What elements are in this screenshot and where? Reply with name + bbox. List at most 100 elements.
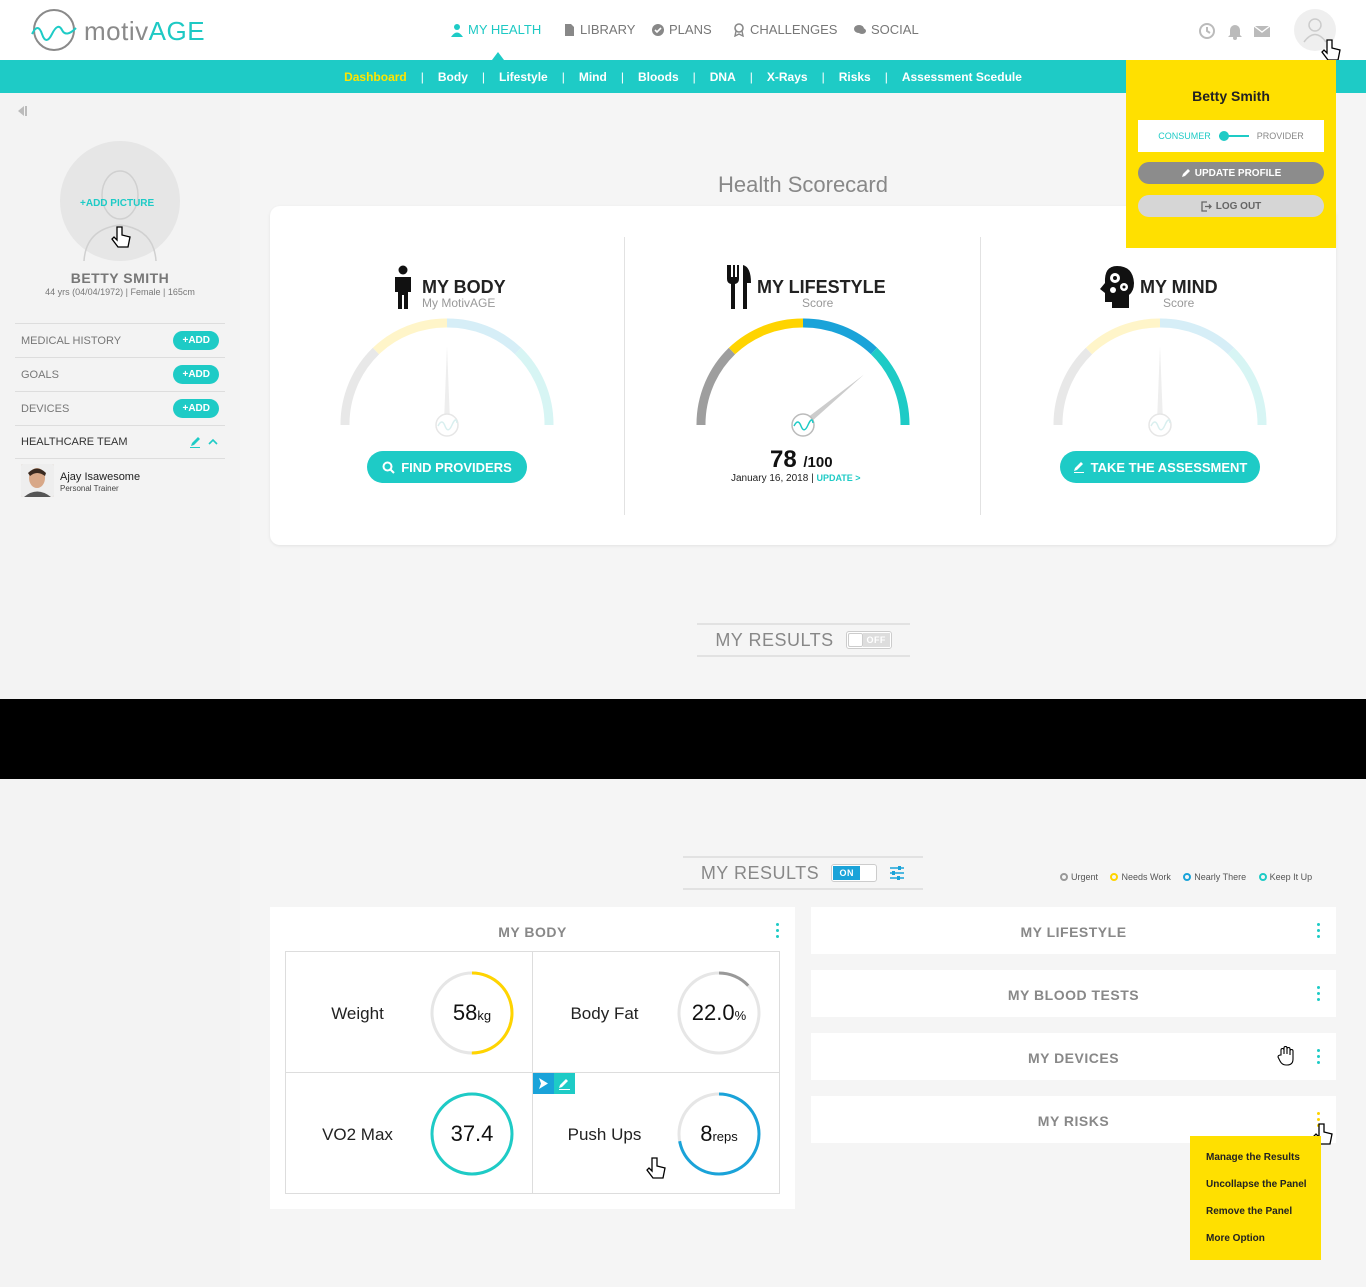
profile-details: 44 yrs (04/04/1972) | Female | 165cm [45,287,195,297]
screen-separator [0,699,1366,779]
pencil-icon [1073,462,1084,473]
healthcare-team-row: HEALTHCARE TEAM [15,425,225,459]
profile-sidebar-lower [0,779,240,1287]
person-icon [451,23,463,37]
logo-icon[interactable] [30,8,78,52]
my-mind-title: MY MIND [1140,277,1218,297]
menu-more-option[interactable]: More Option [1206,1233,1265,1244]
add-medical-history-button[interactable]: +ADD [173,331,219,350]
profile-name: BETTY SMITH [70,270,170,286]
team-member-name[interactable]: Ajay Isawesome [60,471,140,483]
mind-gauge [1053,318,1267,437]
medical-history-row: MEDICAL HISTORY +ADD [15,323,225,357]
panel-title: MY LIFESTYLE [1020,924,1127,940]
edit-icon[interactable] [189,436,201,448]
panel-title: MY BLOOD TESTS [1007,987,1140,1003]
body-figure-icon [395,265,411,309]
take-assessment-button[interactable]: TAKE THE ASSESSMENT [1060,451,1260,483]
history-icon[interactable] [1198,22,1216,40]
results-toggle-on[interactable]: ON [831,864,878,882]
metric-value: 22.0% [691,1000,747,1025]
subnav-mind[interactable]: Mind [579,70,607,84]
nav-challenges[interactable]: CHALLENGES [732,22,837,37]
legend-nearly-there: Nearly There [1183,872,1246,882]
keep-it-up-dot-icon [1258,873,1267,881]
chevron-up-icon[interactable] [207,436,219,448]
body-gauge [340,318,554,437]
mail-icon[interactable] [1253,22,1271,40]
my-body-subtitle: My MotivAGE [422,296,496,310]
lifestyle-gauge [696,318,910,437]
needs-work-dot-icon [1110,873,1119,881]
devices-row: DEVICES +ADD [15,391,225,425]
panel-context-menu: Manage the Results Uncollapse the Panel … [1190,1136,1321,1260]
send-action-button[interactable] [533,1073,554,1094]
nav-library[interactable]: LIBRARY [562,22,635,37]
filter-sliders-icon[interactable] [889,865,905,881]
my-body-title: MY BODY [422,277,506,297]
subnav-risks[interactable]: Risks [839,70,871,84]
nav-plans[interactable]: PLANS [651,22,712,37]
add-devices-button[interactable]: +ADD [173,399,219,418]
role-switch[interactable]: CONSUMER PROVIDER [1138,120,1324,152]
lifestyle-score: 78 /100 [770,446,833,473]
update-score-link[interactable]: UPDATE > [816,473,860,483]
my-results-bar-off: MY RESULTS OFF [697,623,910,657]
metric-value: 58kg [452,1000,492,1025]
team-member-role: Personal Trainer [60,484,119,493]
nav-my-health[interactable]: MY HEALTH [450,22,541,37]
role-toggle[interactable] [1218,131,1249,141]
subnav-lifestyle[interactable]: Lifestyle [499,70,548,84]
urgent-dot-icon [1060,873,1068,881]
user-menu-popup: Betty Smith CONSUMER PROVIDER UPDATE PRO… [1126,60,1336,248]
edit-action-button[interactable] [554,1073,575,1094]
menu-remove-panel[interactable]: Remove the Panel [1206,1206,1292,1217]
legend-needs-work: Needs Work [1110,872,1171,882]
lifestyle-panel-menu-icon[interactable] [1317,923,1321,938]
bell-icon[interactable] [1226,22,1244,40]
column-divider [980,237,981,515]
drag-hand-icon[interactable] [1277,1046,1295,1066]
my-lifestyle-subtitle: Score [802,296,834,310]
top-header: motivAGE MY HEALTH LIBRARY PLANS CHALLEN… [0,0,1366,61]
panel-title: MY RISKS [1037,1113,1110,1129]
brain-gears-icon [1100,266,1134,308]
hand-cursor-icon [646,1157,666,1179]
collapse-sidebar-icon[interactable] [14,104,28,118]
update-profile-button[interactable]: UPDATE PROFILE [1138,162,1324,184]
find-providers-button[interactable]: FIND PROVIDERS [367,451,527,483]
pencil-icon [1181,169,1190,177]
log-out-button[interactable]: LOG OUT [1138,195,1324,217]
devices-panel-menu-icon[interactable] [1317,1049,1321,1064]
my-mind-subtitle: Score [1163,296,1195,310]
nav-social[interactable]: SOCIAL [853,22,919,37]
add-picture-link[interactable]: +ADD PICTURE [80,198,154,209]
my-lifestyle-title: MY LIFESTYLE [757,277,886,297]
fork-knife-icon [727,265,751,309]
arrow-right-icon [539,1078,548,1089]
pencil-icon [559,1079,570,1090]
menu-uncollapse-panel[interactable]: Uncollapse the Panel [1206,1179,1307,1190]
add-goals-button[interactable]: +ADD [173,365,219,384]
metric-value: 37.4 [450,1121,494,1146]
subnav-dna[interactable]: DNA [710,70,736,84]
popup-user-name: Betty Smith [1192,88,1270,104]
results-toggle-off[interactable]: OFF [845,631,892,649]
check-circle-icon [652,23,664,36]
column-divider [624,237,625,515]
subnav-bloods[interactable]: Bloods [638,70,679,84]
blood-tests-panel-menu-icon[interactable] [1317,986,1321,1001]
subnav-assessment-schedule[interactable]: Assessment Scedule [902,70,1022,84]
team-member-avatar[interactable] [21,464,54,497]
document-icon [565,23,574,36]
legend-urgent: Urgent [1060,872,1098,882]
subnav-dashboard[interactable]: Dashboard [344,70,407,84]
body-panel-menu-icon[interactable] [776,923,780,938]
logo-text[interactable]: motivAGE [84,16,205,47]
award-icon [734,22,744,37]
menu-manage-results[interactable]: Manage the Results [1206,1152,1300,1163]
subnav-body[interactable]: Body [438,70,468,84]
logout-icon [1201,200,1212,212]
goals-row: GOALS +ADD [15,357,225,391]
subnav-xrays[interactable]: X-Rays [767,70,808,84]
